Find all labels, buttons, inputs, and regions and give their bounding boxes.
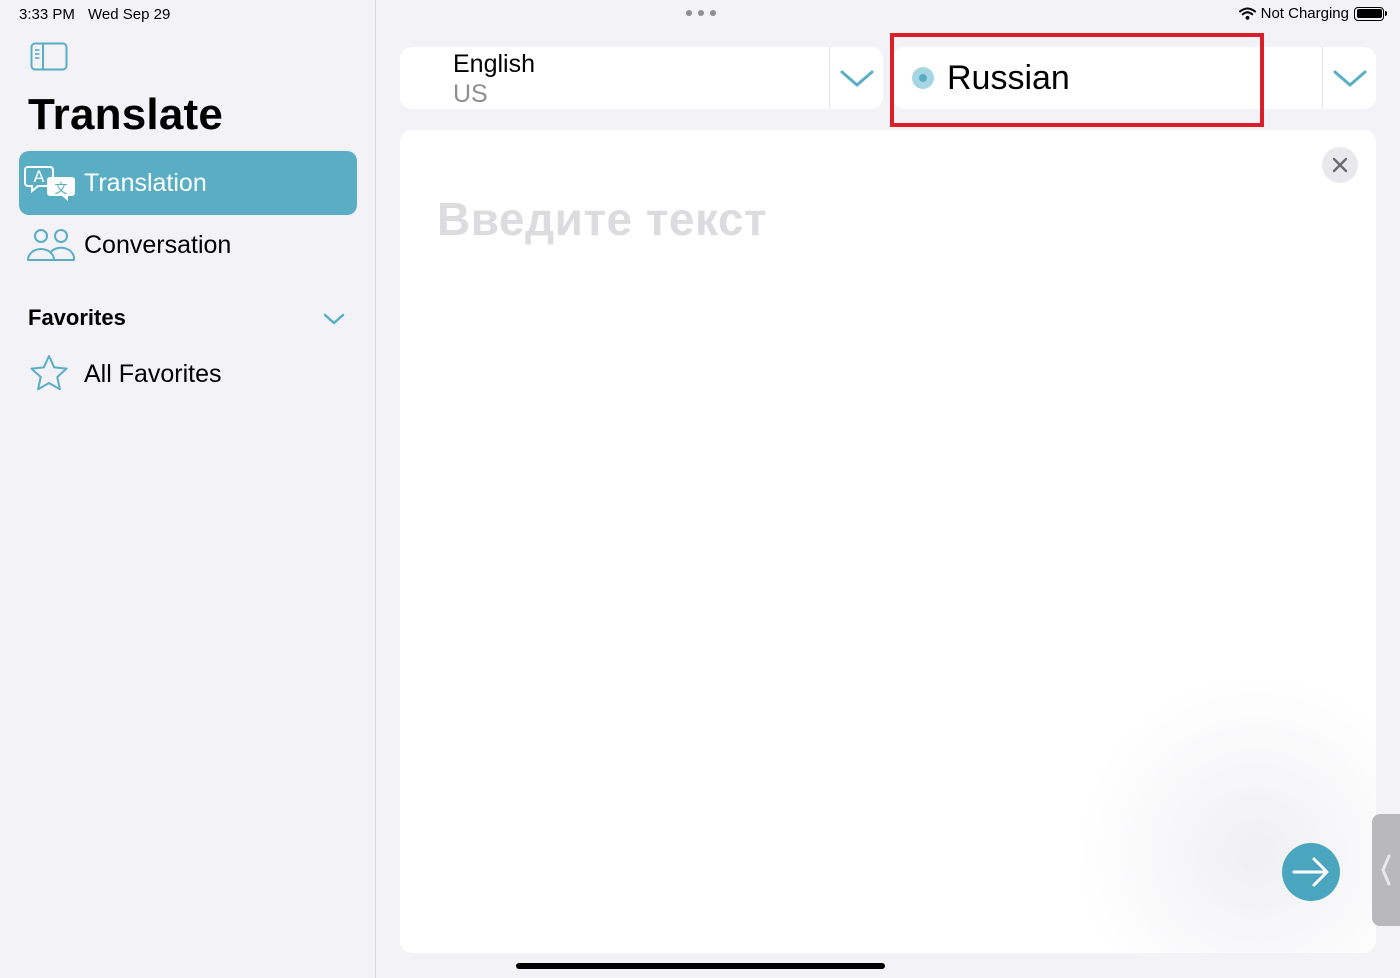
close-icon <box>1332 157 1348 173</box>
divider <box>1322 47 1323 109</box>
battery-icon <box>1354 6 1387 21</box>
chevron-down-icon[interactable] <box>839 65 875 91</box>
multitasking-dots[interactable] <box>686 10 716 18</box>
svg-text:文: 文 <box>54 182 67 197</box>
wifi-icon <box>1238 7 1256 20</box>
source-language-name: English <box>453 50 535 78</box>
sidebar-item-all-favorites[interactable]: All Favorites <box>19 342 357 406</box>
translate-go-button[interactable] <box>1282 843 1340 901</box>
input-placeholder: Введите текст <box>437 193 767 245</box>
sidebar-item-label: Translation <box>84 168 207 197</box>
people-icon <box>27 229 76 261</box>
chevron-left-icon <box>1381 854 1391 886</box>
translation-input-area[interactable]: Введите текст <box>400 130 1376 953</box>
home-indicator[interactable] <box>516 963 885 969</box>
charging-status: Not Charging <box>1260 5 1349 22</box>
chevron-down-icon[interactable] <box>322 310 346 328</box>
clear-button[interactable] <box>1322 147 1358 183</box>
source-language-region: US <box>453 80 488 108</box>
arrow-right-icon <box>1292 857 1329 887</box>
sidebar-item-label: Conversation <box>84 230 232 259</box>
sidebar: Translate A 文 Translation Conversation F… <box>0 0 376 978</box>
svg-text:A: A <box>34 167 45 186</box>
source-language-selector[interactable]: English US <box>400 47 883 109</box>
sidebar-toggle-icon[interactable] <box>30 42 68 72</box>
chevron-down-icon[interactable] <box>1332 65 1368 91</box>
favorites-header: Favorites <box>28 305 126 330</box>
sidebar-item-label: All Favorites <box>84 359 222 388</box>
app-title: Translate <box>28 90 224 139</box>
translate-bubbles-icon: A 文 <box>24 166 75 201</box>
divider <box>829 47 830 109</box>
highlight-box <box>890 33 1264 127</box>
sidebar-item-conversation[interactable]: Conversation <box>19 213 357 277</box>
slide-over-handle[interactable] <box>1372 814 1400 926</box>
sidebar-item-translation[interactable]: A 文 Translation <box>19 151 357 215</box>
status-right: Not Charging <box>1238 5 1387 22</box>
star-icon <box>30 355 68 391</box>
